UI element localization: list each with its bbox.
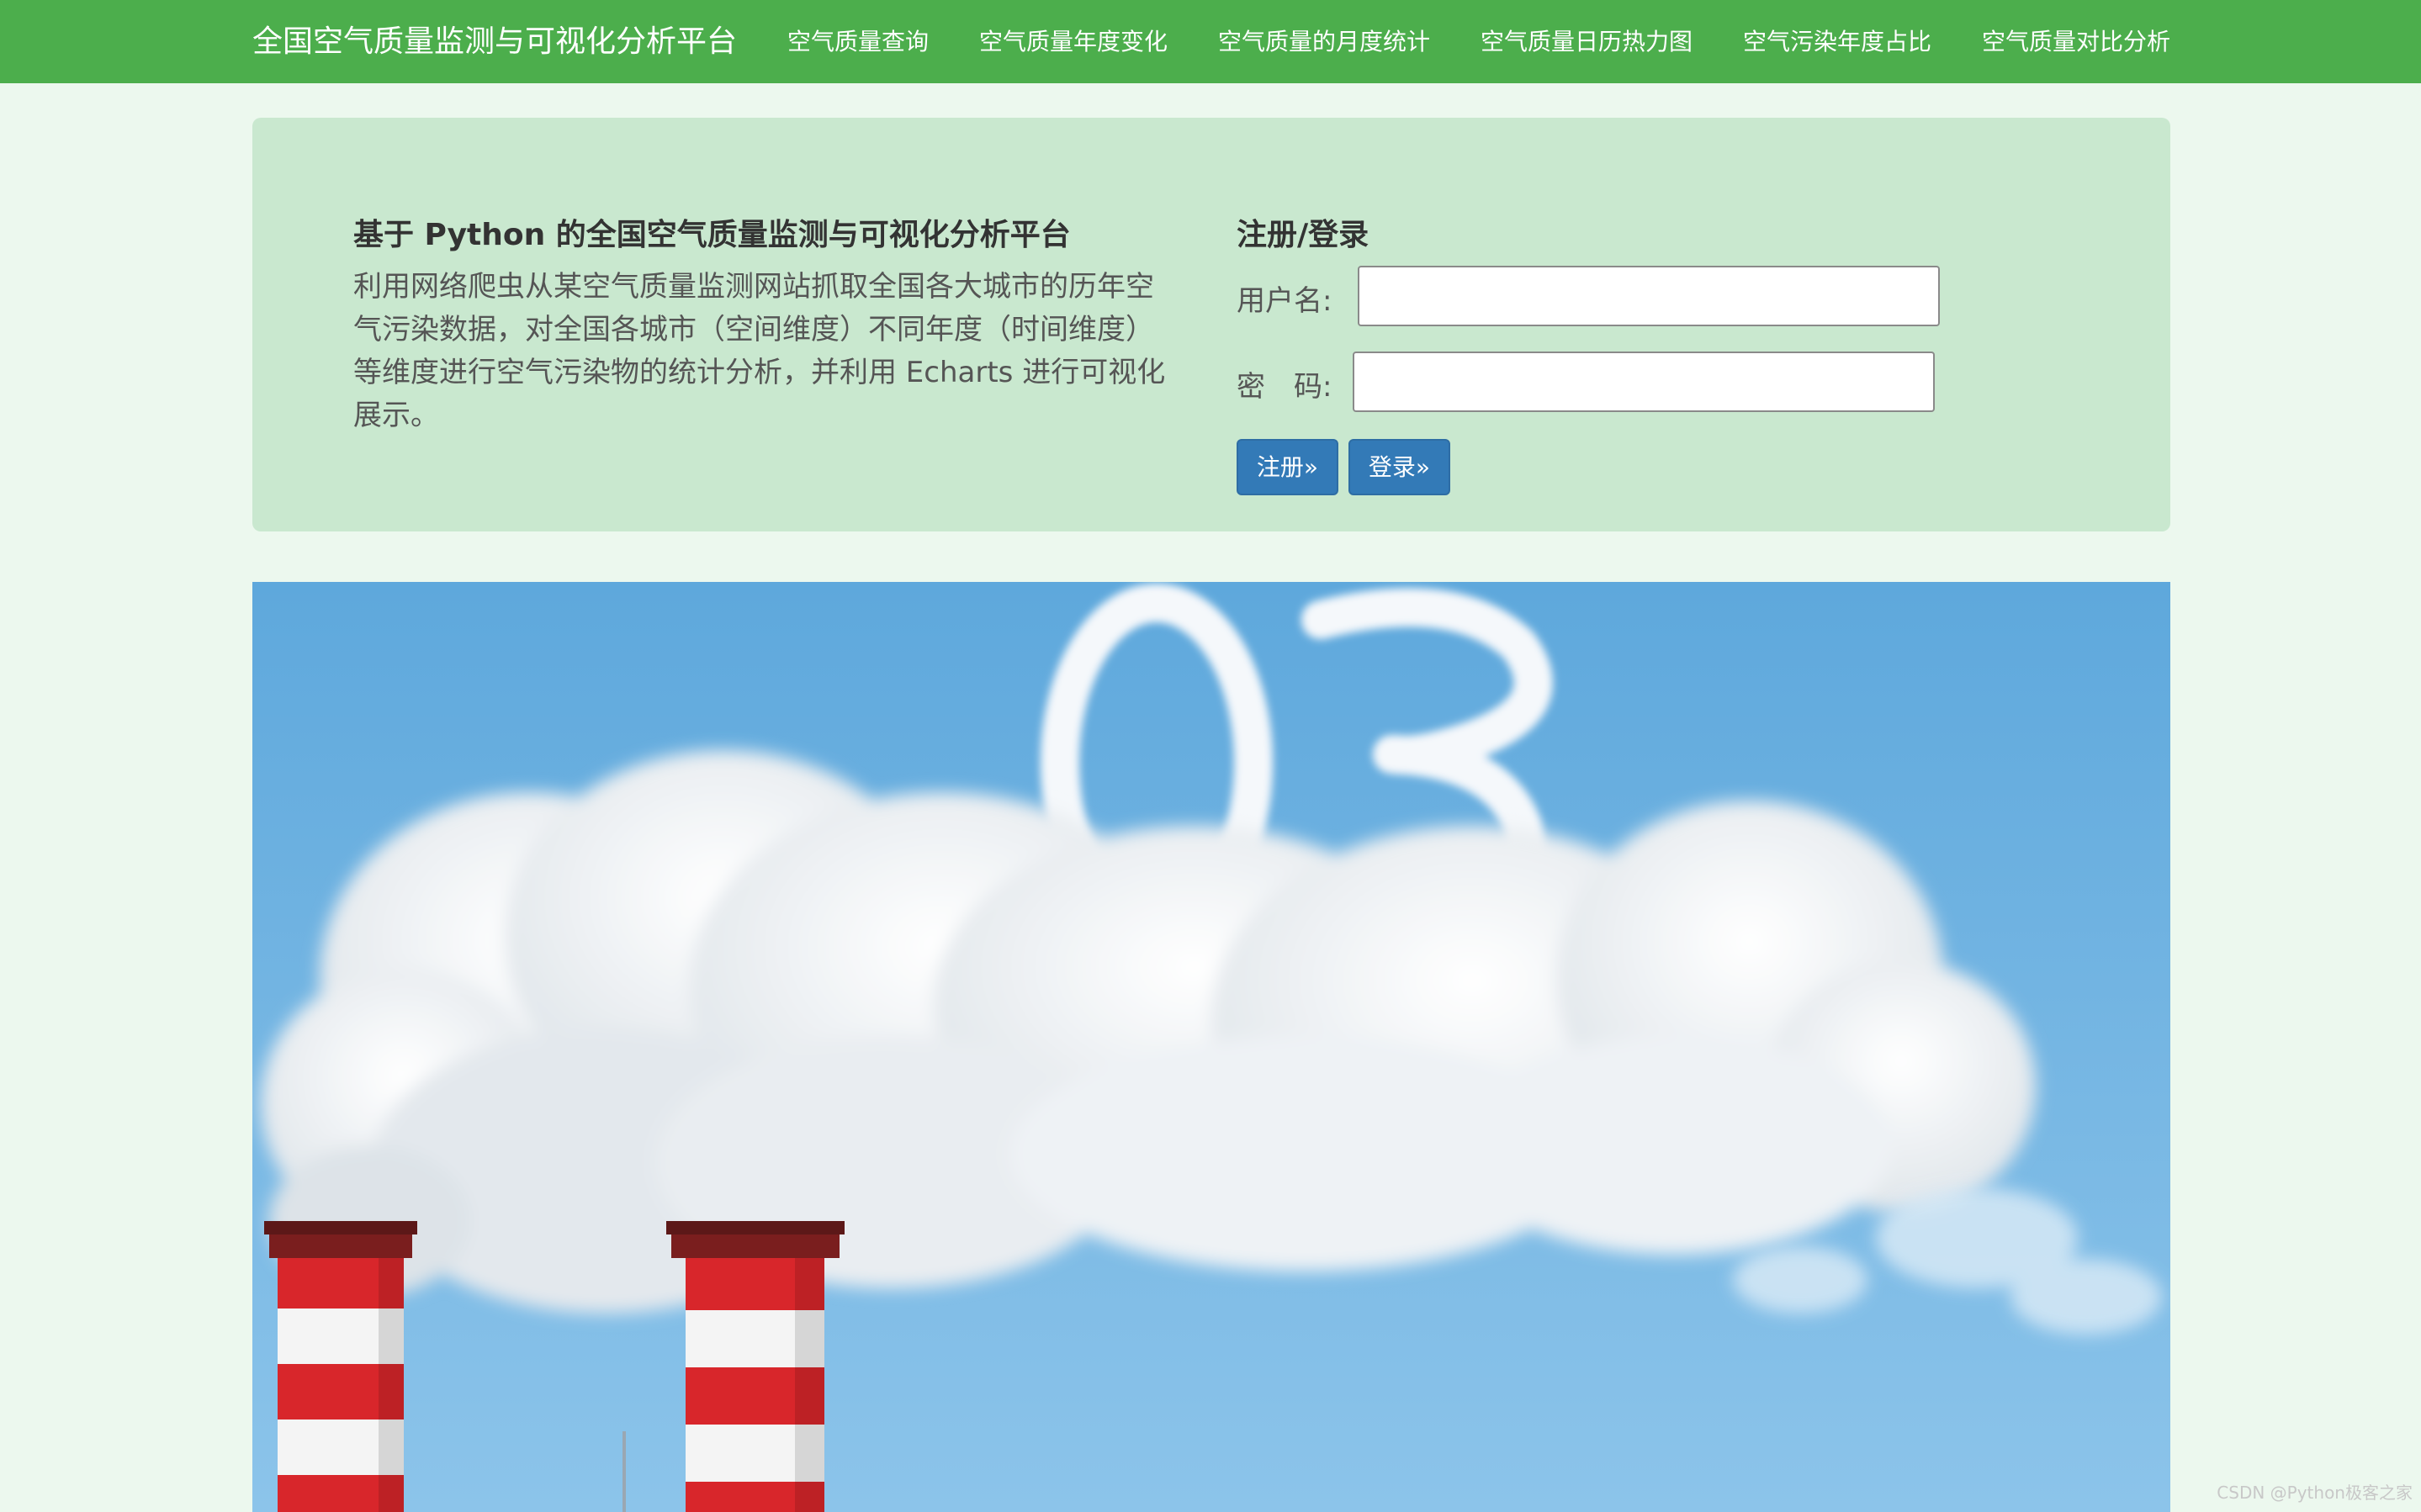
- login-title: 注册/登录: [1237, 218, 1369, 252]
- nav-link-annual-change[interactable]: 空气质量年度变化: [979, 0, 1168, 83]
- top-navbar: 全国空气质量监测与可视化分析平台 空气质量查询 空气质量年度变化 空气质量的月度…: [0, 0, 2421, 83]
- password-input[interactable]: [1353, 352, 1935, 412]
- nav-link-air-quality-query[interactable]: 空气质量查询: [787, 0, 929, 83]
- username-label: 用户名:: [1237, 284, 1332, 318]
- smoke-cloud: [261, 750, 2036, 1314]
- watermark-text: CSDN @Python极客之家: [2217, 1483, 2413, 1503]
- right-chimney: [666, 1221, 845, 1512]
- brand-title[interactable]: 全国空气质量监测与可视化分析平台: [252, 0, 737, 83]
- left-chimney: [264, 1221, 417, 1512]
- banner-illustration: [252, 582, 2170, 1512]
- nav-link-calendar-heatmap[interactable]: 空气质量日历热力图: [1481, 0, 1693, 83]
- username-input[interactable]: [1358, 266, 1940, 326]
- intro-description: 利用网络爬虫从某空气质量监测网站抓取全国各大城市的历年空气污染数据，对全国各城市…: [353, 270, 1166, 432]
- intro-title: 基于 Python 的全国空气质量监测与可视化分析平台: [353, 218, 1071, 252]
- nav-link-monthly-stats[interactable]: 空气质量的月度统计: [1218, 0, 1430, 83]
- banner-image: [252, 582, 2170, 1512]
- login-button[interactable]: 登录»: [1348, 439, 1450, 495]
- nav-link-comparison[interactable]: 空气质量对比分析: [1982, 0, 2170, 83]
- nav-link-pollution-share[interactable]: 空气污染年度占比: [1743, 0, 1931, 83]
- password-label: 密 码:: [1237, 370, 1332, 404]
- register-button[interactable]: 注册»: [1237, 439, 1338, 495]
